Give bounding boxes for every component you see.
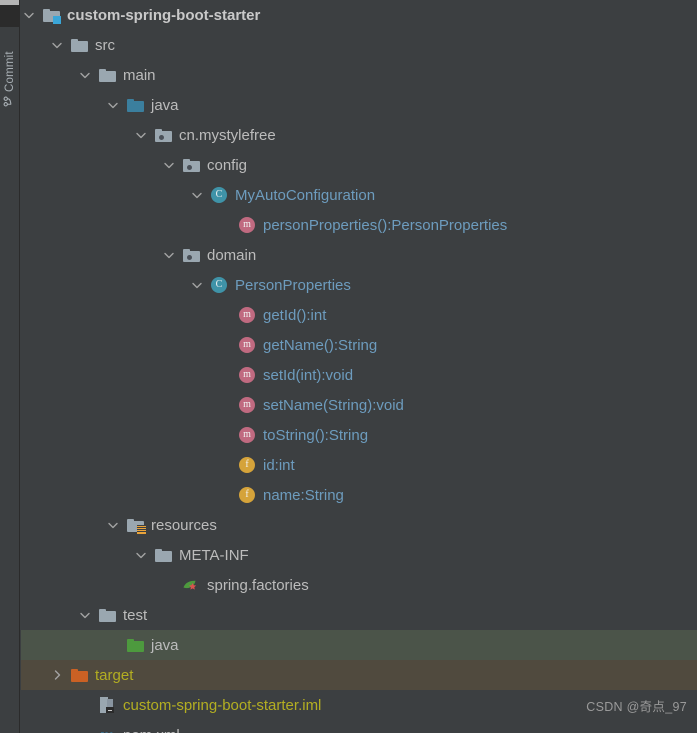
tree-row-label: setId(int):void (263, 368, 353, 383)
toolbar-remnant-dark (0, 5, 19, 27)
chevron-down-icon[interactable] (189, 187, 205, 203)
tree-row-label: MyAutoConfiguration (235, 188, 375, 203)
chevron-down-icon[interactable] (77, 607, 93, 623)
tree-row[interactable]: domain (21, 240, 697, 270)
package-icon (182, 246, 200, 264)
method-icon: m (238, 216, 256, 234)
csdn-watermark: CSDN @奇点_97 (586, 696, 687, 715)
folder-gray-icon (98, 606, 116, 624)
project-tree[interactable]: custom-spring-boot-startersrcmainjavacn.… (21, 0, 697, 733)
tree-row[interactable]: config (21, 150, 697, 180)
tree-row[interactable]: main (21, 60, 697, 90)
chevron-down-icon[interactable] (77, 67, 93, 83)
method-icon: m (238, 336, 256, 354)
tree-row-label: setName(String):void (263, 398, 404, 413)
folder-gray-icon (154, 546, 172, 564)
tree-row[interactable]: m setName(String):void (21, 390, 697, 420)
tree-row[interactable]: C PersonProperties (21, 270, 697, 300)
tree-row[interactable]: f name:String (21, 480, 697, 510)
tree-row-label: resources (151, 518, 217, 533)
folder-teal-source-icon (126, 96, 144, 114)
tree-row-label: toString():String (263, 428, 368, 443)
tree-row[interactable]: resources (21, 510, 697, 540)
branch-icon (1, 96, 19, 107)
package-icon (182, 156, 200, 174)
tree-row-label: name:String (263, 488, 344, 503)
tree-row-label: src (95, 38, 115, 53)
tree-row-label: target (95, 668, 133, 683)
chevron-down-icon[interactable] (49, 37, 65, 53)
tree-row-label: main (123, 68, 156, 83)
resources-folder-icon (126, 516, 144, 534)
chevron-down-icon[interactable] (133, 547, 149, 563)
tree-row-label: java (151, 638, 179, 653)
tree-row[interactable]: java (21, 630, 697, 660)
tree-row[interactable]: spring.factories (21, 570, 697, 600)
chevron-down-icon[interactable] (105, 97, 121, 113)
folder-orange-icon (70, 666, 88, 684)
spring-leaf-icon (182, 576, 200, 594)
tree-row-label: getName():String (263, 338, 377, 353)
class-icon: C (210, 276, 228, 294)
tree-row[interactable]: cn.mystylefree (21, 120, 697, 150)
class-icon: C (210, 186, 228, 204)
chevron-down-icon[interactable] (21, 7, 37, 23)
tree-row[interactable]: C MyAutoConfiguration (21, 180, 697, 210)
tree-row[interactable]: test (21, 600, 697, 630)
tree-row[interactable]: f id:int (21, 450, 697, 480)
tree-row-label: id:int (263, 458, 295, 473)
chevron-down-icon[interactable] (161, 247, 177, 263)
tree-row[interactable]: META-INF (21, 540, 697, 570)
tree-row-label: PersonProperties (235, 278, 351, 293)
tree-row-label: pom.xml (123, 728, 180, 733)
tree-row-label: config (207, 158, 247, 173)
tree-row-label: getId():int (263, 308, 326, 323)
chevron-down-icon[interactable] (105, 517, 121, 533)
tree-row[interactable]: m pom.xml (21, 720, 697, 733)
field-icon: f (238, 486, 256, 504)
iml-file-icon (98, 696, 116, 714)
tree-row-label: domain (207, 248, 256, 263)
tree-row-label: custom-spring-boot-starter (67, 8, 260, 23)
tree-row-label: cn.mystylefree (179, 128, 276, 143)
tree-row[interactable]: custom-spring-boot-starter (21, 0, 697, 30)
method-icon: m (238, 396, 256, 414)
tree-row-label: test (123, 608, 147, 623)
tree-row-label: spring.factories (207, 578, 309, 593)
method-icon: m (238, 366, 256, 384)
module-folder-icon (42, 6, 60, 24)
folder-green-test-icon (126, 636, 144, 654)
package-icon (154, 126, 172, 144)
tree-row[interactable]: target (21, 660, 697, 690)
tree-row-label: java (151, 98, 179, 113)
method-icon: m (238, 426, 256, 444)
left-tool-strip: Commit (0, 0, 20, 733)
tree-row[interactable]: m getId():int (21, 300, 697, 330)
tree-row[interactable]: src (21, 30, 697, 60)
folder-gray-icon (70, 36, 88, 54)
chevron-down-icon[interactable] (189, 277, 205, 293)
tree-row-label: custom-spring-boot-starter.iml (123, 698, 321, 713)
tree-row[interactable]: m toString():String (21, 420, 697, 450)
tree-row-label: personProperties():PersonProperties (263, 218, 507, 233)
field-icon: f (238, 456, 256, 474)
method-icon: m (238, 306, 256, 324)
maven-file-icon: m (98, 726, 116, 733)
folder-gray-icon (98, 66, 116, 84)
tree-row-label: META-INF (179, 548, 249, 563)
tree-row[interactable]: java (21, 90, 697, 120)
chevron-down-icon[interactable] (161, 157, 177, 173)
commit-label: Commit (4, 51, 16, 92)
chevron-down-icon[interactable] (133, 127, 149, 143)
tool-window-button-commit[interactable]: Commit (1, 35, 19, 107)
tree-row[interactable]: m setId(int):void (21, 360, 697, 390)
chevron-right-icon[interactable] (49, 667, 65, 683)
tree-row[interactable]: m personProperties():PersonProperties (21, 210, 697, 240)
tree-row[interactable]: m getName():String (21, 330, 697, 360)
